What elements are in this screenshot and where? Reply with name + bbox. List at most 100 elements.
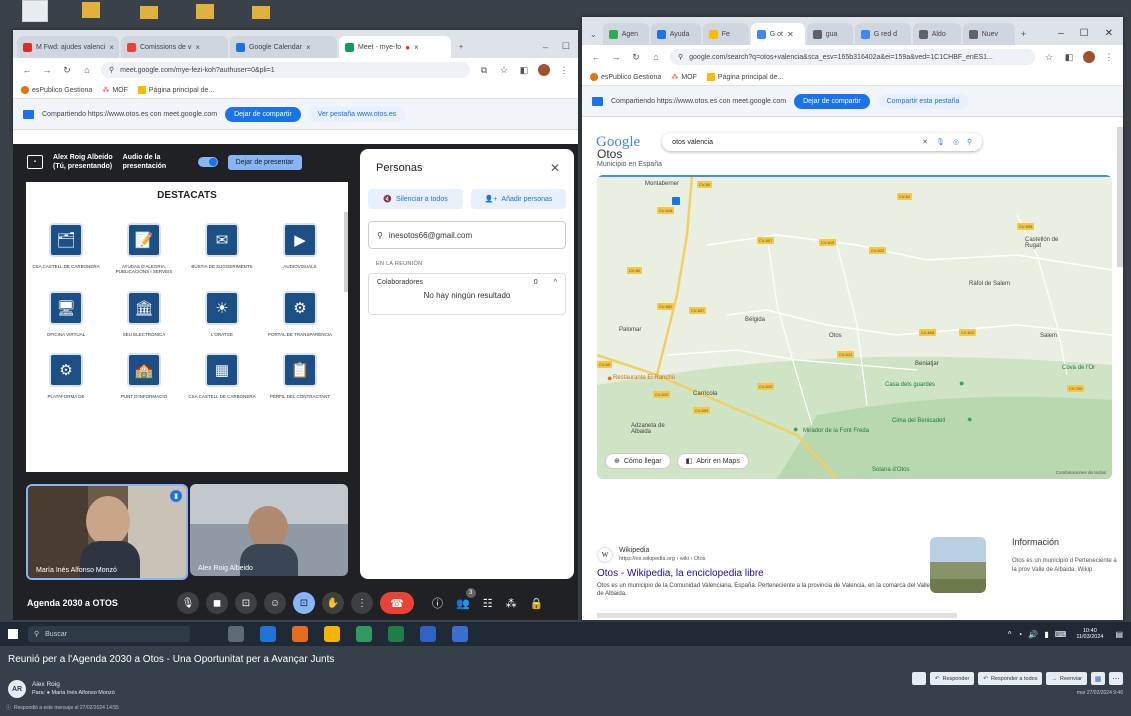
reply-all-button[interactable]: ↶ Responder a todos <box>978 672 1043 685</box>
browser-tab[interactable]: G red d <box>854 23 911 45</box>
share-this-tab-button[interactable]: Compartir esta pestaña <box>877 93 969 109</box>
forward-icon[interactable]: → <box>41 64 53 76</box>
tile[interactable]: ▦ CSA CASTELL DE CARBONERA <box>187 353 257 399</box>
stop-presenting-button[interactable]: Dejar de presentar <box>227 154 302 170</box>
directions-button[interactable]: ⊕ Cómo llegar <box>605 453 671 469</box>
task-view-icon[interactable] <box>228 626 244 642</box>
back-icon[interactable]: ← <box>590 51 602 63</box>
browser-tab[interactable]: Agen <box>602 23 649 45</box>
bookmark-item[interactable]: ⁂ MOF <box>102 86 128 95</box>
outlook-icon[interactable] <box>452 626 468 642</box>
more-options-icon[interactable]: ⋮ <box>351 592 373 614</box>
people-icon[interactable]: 👥 3 <box>456 587 476 610</box>
bookmark-star-icon[interactable]: ☆ <box>498 64 510 76</box>
emoji-icon[interactable]: ☺ <box>264 592 286 614</box>
people-search-input[interactable]: ⚲ inesotos66@gmail.com <box>368 221 566 249</box>
browser-tab[interactable]: Aldo <box>912 23 961 45</box>
sender-avatar[interactable]: AR <box>8 680 26 698</box>
maximize-icon[interactable]: ☐ <box>1080 28 1089 39</box>
tile[interactable]: 🖥 OFICINA VIRTUAL <box>31 290 101 337</box>
battery-icon[interactable]: ▮ <box>1044 630 1048 639</box>
participant-tile[interactable]: ▮ María Inés Alfonso Monzó <box>26 484 188 580</box>
leave-call-icon[interactable]: ☎ <box>380 592 414 614</box>
view-tab-button[interactable]: Ver pestaña www.otos.es <box>308 106 406 122</box>
bookmark-item[interactable]: Página principal de... <box>137 86 214 94</box>
edge-icon[interactable] <box>260 626 276 642</box>
reload-icon[interactable]: ↻ <box>61 64 73 76</box>
sender-name[interactable]: Alex Roig <box>32 681 115 689</box>
map[interactable]: Montaberner Castellón de Rugat Ràfol de … <box>597 175 1112 479</box>
collaborators-header[interactable]: Colaboradores 0 ^ <box>369 274 565 291</box>
voice-search-icon[interactable]: 🎙 <box>936 138 945 146</box>
close-icon[interactable]: × <box>414 43 419 52</box>
bookmark-item[interactable]: esPublico Gestiona <box>21 86 92 94</box>
menu-icon[interactable]: ⋮ <box>1103 51 1115 63</box>
chrome-icon[interactable] <box>324 626 340 642</box>
google-search-box[interactable]: otos valencia ✕ 🎙 ◎ ⚲ <box>662 133 982 151</box>
host-controls-icon[interactable]: 🔒 <box>530 597 544 610</box>
lens-icon[interactable]: ◎ <box>953 138 959 146</box>
tile[interactable]: ⚙ PLATAFORMA DE <box>31 353 101 399</box>
result-title-link[interactable]: Otos - Wikipedia, la enciclopedia libre <box>597 568 937 579</box>
add-people-button[interactable]: 👤+ Añadir personas <box>471 189 566 209</box>
bookmark-item[interactable]: ⁂ MOF <box>671 73 697 82</box>
browser-tab[interactable]: Nuev <box>962 23 1015 45</box>
emoji-react-icon[interactable] <box>911 672 926 685</box>
menu-icon[interactable]: ⋮ <box>558 64 570 76</box>
url-field[interactable]: ⚲ google.com/search?q=otos+valencia&sca_… <box>670 49 1035 65</box>
horizontal-scrollbar[interactable] <box>597 613 957 618</box>
tile[interactable]: ☀ L'ORATGE <box>187 290 257 337</box>
captions-icon[interactable]: ⊡ <box>235 592 257 614</box>
open-maps-button[interactable]: ◧ Abrir en Maps <box>676 453 749 469</box>
browser-tab[interactable]: Ayuda <box>650 23 701 45</box>
profile-avatar[interactable] <box>1083 51 1095 63</box>
word-icon[interactable] <box>420 626 436 642</box>
reply-button[interactable]: ↶ Responder <box>929 672 975 685</box>
park-pin-icon[interactable]: ● <box>967 414 972 424</box>
tab-search-icon[interactable]: ⌄ <box>586 23 601 45</box>
share-icon[interactable]: ⧉ <box>478 64 490 76</box>
tile[interactable]: ⚙ PORTAL DE TRANSPARÈNCIA <box>265 290 335 337</box>
maximize-icon[interactable]: ☐ <box>562 41 570 52</box>
sidebar-icon[interactable]: ◧ <box>518 64 530 76</box>
browser-tab[interactable]: gua <box>806 23 853 45</box>
forward-button[interactable]: → Reenviar <box>1046 672 1087 685</box>
browser-tab[interactable]: Comissions de v × <box>121 36 228 58</box>
close-icon[interactable]: × <box>306 43 311 52</box>
meeting-info-icon[interactable]: ⓘ <box>432 595 443 611</box>
tile[interactable]: 📝 AYUDAS D'ALEGRIA, PUBLICACIONS I SERVEI… <box>109 223 179 275</box>
desktop-folder-icon[interactable] <box>140 6 158 19</box>
site-info-icon[interactable]: ⚲ <box>678 53 683 61</box>
forward-icon[interactable]: → <box>610 51 622 63</box>
more-icon[interactable]: ⋯ <box>1109 672 1123 685</box>
site-info-icon[interactable]: ⚲ <box>109 66 114 74</box>
home-icon[interactable]: ⌂ <box>650 51 662 63</box>
new-tab-button[interactable]: + <box>1017 23 1030 45</box>
browser-tab[interactable]: M Fwd: ajudes valenci × <box>17 36 119 58</box>
back-icon[interactable]: ← <box>21 64 33 76</box>
close-icon[interactable]: ✕ <box>787 30 794 39</box>
new-tab-button[interactable]: + <box>453 36 479 58</box>
firefox-icon[interactable] <box>292 626 308 642</box>
close-icon[interactable]: × <box>195 43 200 52</box>
browser-tab-active[interactable]: Meet - mye-fo ● × <box>339 36 451 58</box>
teams-icon[interactable]: ▦ <box>1091 672 1105 685</box>
stop-sharing-button[interactable]: Dejar de compartir <box>794 93 870 109</box>
url-field[interactable]: ⚲ meet.google.com/mye-fezi-koh?authuser=… <box>101 62 470 78</box>
page-scrollbar[interactable] <box>1117 127 1123 267</box>
sidebar-icon[interactable]: ◧ <box>1063 51 1075 63</box>
park-pin-icon[interactable]: ● <box>793 424 798 434</box>
clear-icon[interactable]: ✕ <box>922 138 928 146</box>
chevron-up-icon[interactable]: ^ <box>1008 630 1012 639</box>
tile[interactable]: 🏛 SEU ELECTRÒNICA <box>109 290 179 337</box>
otos-photo[interactable] <box>930 537 986 593</box>
chevron-up-icon[interactable]: ^ <box>554 279 557 286</box>
result-url[interactable]: https://es.wikipedia.org › wiki › Otos <box>619 556 706 563</box>
excel-icon[interactable] <box>388 626 404 642</box>
home-icon[interactable]: ⌂ <box>81 64 93 76</box>
browser-tab[interactable]: Fe <box>702 23 749 45</box>
notifications-icon[interactable]: ▤ <box>1115 630 1123 639</box>
desktop-folder-icon[interactable] <box>82 2 100 18</box>
minimize-icon[interactable]: – <box>543 42 548 52</box>
browser-tab-active[interactable]: G ot ✕ <box>750 23 805 45</box>
